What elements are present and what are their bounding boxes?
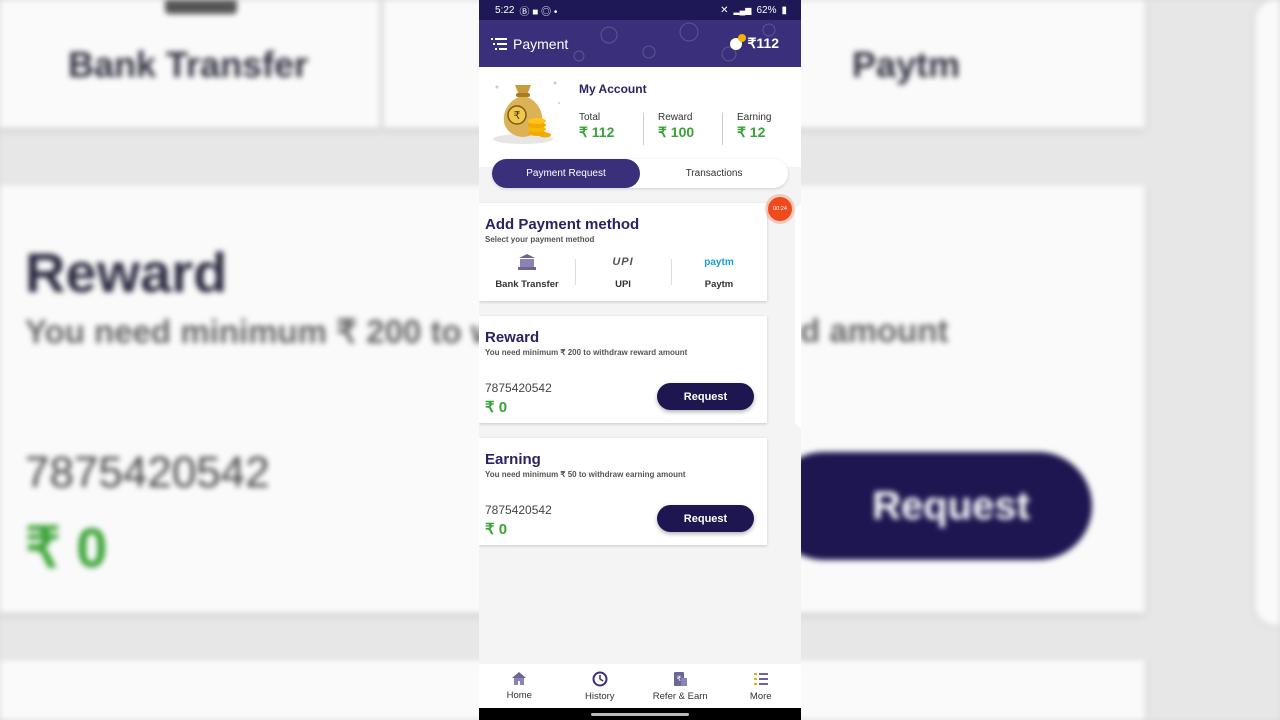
status-notification-icons: Ⓑ ■ ◎ • <box>519 6 558 18</box>
nav-history[interactable]: History <box>560 664 641 708</box>
bg-reward-subtitle: You need minimum ₹ 200 to withdraw rewar… <box>25 313 485 350</box>
earning-phone-number: 7875420542 <box>485 503 552 517</box>
bg-bank-transfer-label: Bank Transfer <box>68 44 309 85</box>
coin-balance-value: ₹112 <box>747 35 780 51</box>
nav-refer-label: Refer & Earn <box>652 690 708 702</box>
bg-bank-icon <box>165 0 237 14</box>
status-bar: 5:22 Ⓑ ■ ◎ • ✕ ▂▄▆ 62% ▮ <box>479 0 801 20</box>
divider <box>643 113 644 145</box>
method-bank-transfer[interactable]: Bank Transfer <box>479 253 575 290</box>
bg-reward-title: Reward <box>25 241 228 304</box>
upi-label: UPI <box>615 279 631 290</box>
earning-amount: ₹ 0 <box>485 521 508 538</box>
svg-text:₹: ₹ <box>677 675 682 683</box>
paytm-logo: paytm <box>704 256 734 268</box>
stat-total: Total ₹ 112 <box>579 112 614 141</box>
bg-phone: 7875420542 <box>25 448 270 497</box>
nav-home[interactable]: Home <box>479 664 560 708</box>
coin-balance[interactable]: ₹112 <box>729 33 780 52</box>
bg-amount: ₹ 0 <box>25 516 108 579</box>
reward-label: Reward <box>658 112 693 123</box>
bottom-navigation: Home History ₹ Refer & Earn More <box>479 664 801 708</box>
phone-screen: 5:22 Ⓑ ■ ◎ • ✕ ▂▄▆ 62% ▮ Payment ₹112 ₹ … <box>479 0 801 720</box>
home-gesture-handle[interactable] <box>591 713 689 716</box>
gesture-bar <box>479 708 801 720</box>
total-label: Total <box>579 112 601 123</box>
my-account-panel: ₹ My Account Total ₹ 112 Reward ₹ 100 Ea… <box>479 67 801 167</box>
app-header: Payment ₹112 <box>479 20 801 67</box>
battery-icon: ▮ <box>781 4 787 16</box>
reward-request-button[interactable]: Request <box>657 383 754 410</box>
nav-more[interactable]: More <box>721 664 802 708</box>
header-title-group[interactable]: Payment <box>491 36 568 52</box>
earning-subtitle: You need minimum ₹ 50 to withdraw earnin… <box>485 470 686 479</box>
more-icon <box>753 672 768 685</box>
svg-text:₹: ₹ <box>514 109 521 122</box>
total-value: ₹ 112 <box>579 124 615 140</box>
coin-icon <box>729 33 746 50</box>
refer-icon: ₹ <box>674 671 688 686</box>
bank-icon <box>518 254 536 270</box>
tab-transactions[interactable]: Transactions <box>640 159 788 188</box>
reward-amount: ₹ 0 <box>485 399 508 416</box>
bg-paytm-label: Paytm <box>852 44 961 85</box>
payment-method-title: Add Payment method <box>485 216 640 233</box>
battery-level: 62% <box>756 4 777 16</box>
divider <box>722 113 723 145</box>
tab-bar: Payment Request Transactions <box>492 159 788 188</box>
reward-card: Reward You need minimum ₹ 200 to withdra… <box>479 316 767 423</box>
reward-phone-number: 7875420542 <box>485 381 552 395</box>
nav-more-label: More <box>749 690 772 702</box>
earning-request-button[interactable]: Request <box>657 505 754 532</box>
bg-reward-subtitle-end: d amount <box>800 312 949 349</box>
bank-transfer-label: Bank Transfer <box>495 279 559 290</box>
menu-icon[interactable] <box>491 37 507 51</box>
paytm-label: Paytm <box>704 279 734 290</box>
nav-refer-earn[interactable]: ₹ Refer & Earn <box>640 664 721 708</box>
home-icon <box>512 672 527 685</box>
bg-right-edge <box>1255 0 1280 625</box>
tab-payment-request[interactable]: Payment Request <box>492 159 640 188</box>
upi-logo: UPI <box>612 256 634 268</box>
status-time: 5:22 <box>495 4 515 16</box>
next-page-edge <box>795 205 801 427</box>
earning-card: Earning You need minimum ₹ 50 to withdra… <box>479 438 767 545</box>
recording-timer[interactable]: 00:24 <box>768 197 792 221</box>
account-title: My Account <box>579 82 647 96</box>
stat-reward: Reward ₹ 100 <box>658 112 694 141</box>
earning-label: Earning <box>737 112 772 123</box>
mute-icon: ✕ <box>720 4 729 16</box>
page-title: Payment <box>513 35 569 52</box>
money-bag-icon: ₹ <box>493 81 560 144</box>
nav-home-label: Home <box>506 690 532 701</box>
reward-value: ₹ 100 <box>658 124 695 140</box>
bg-request-button: Request <box>770 452 1092 560</box>
signal-icon: ▂▄▆ <box>733 5 752 15</box>
method-paytm[interactable]: paytm Paytm <box>671 253 767 290</box>
reward-title: Reward <box>485 329 540 346</box>
reward-subtitle: You need minimum ₹ 200 to withdraw rewar… <box>485 348 688 357</box>
payment-method-subtitle: Select your payment method <box>485 235 595 244</box>
earning-title: Earning <box>485 451 541 468</box>
history-icon <box>592 671 608 686</box>
stat-earning: Earning ₹ 12 <box>737 112 771 141</box>
method-upi[interactable]: UPI UPI <box>575 253 671 290</box>
nav-history-label: History <box>584 690 615 702</box>
payment-method-card: Add Payment method Select your payment m… <box>479 203 767 301</box>
payment-method-options: Bank Transfer UPI UPI paytm Paytm <box>479 253 767 290</box>
earning-value: ₹ 12 <box>737 124 766 140</box>
